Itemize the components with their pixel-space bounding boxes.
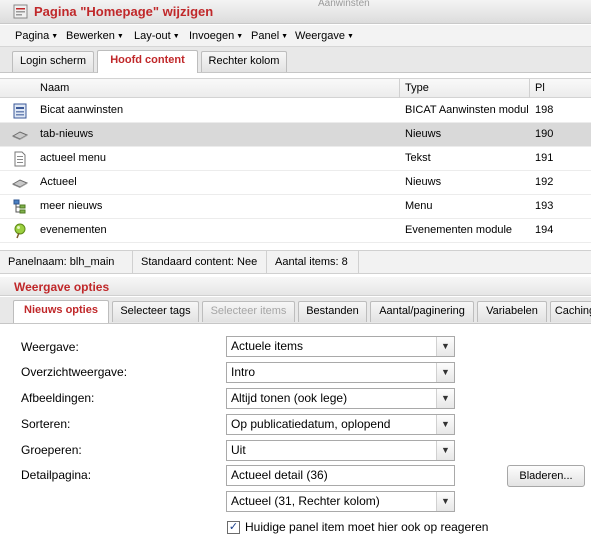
detail-panel-select[interactable]: Actueel (31, Rechter kolom) ▼ [226, 491, 455, 512]
detailpagina-field[interactable]: Actueel detail (36) [226, 465, 455, 486]
menu-tree-icon [13, 199, 26, 214]
tab-caching[interactable]: Caching [550, 301, 591, 322]
weergave-opties-header: Weergave opties [0, 277, 591, 296]
status-panelnaam: Panelnaam: blh_main [0, 251, 133, 273]
menu-panel[interactable]: Panel ▼ [251, 30, 288, 42]
window-titlebar: Pagina "Homepage" wijzigen Aanwinsten [0, 0, 591, 24]
row-pl: 193 [535, 200, 554, 212]
chevron-down-icon[interactable]: ▼ [436, 389, 454, 408]
groeperen-label: Groeperen: [21, 443, 82, 457]
reageren-checkbox-label: Huidige panel item moet hier ook op reag… [245, 520, 489, 534]
chevron-down-icon[interactable]: ▼ [436, 337, 454, 356]
dropdown-arrow-icon: ▼ [281, 33, 289, 40]
row-name: Bicat aanwinsten [40, 104, 124, 116]
menu-weergave[interactable]: Weergave ▼ [295, 30, 354, 42]
background-window-text: Aanwinsten [318, 0, 370, 9]
weergave-label: Weergave: [21, 340, 79, 354]
chevron-down-icon[interactable]: ▼ [436, 415, 454, 434]
news-icon [12, 179, 28, 188]
row-name: meer nieuws [40, 200, 103, 212]
sorteren-label: Sorteren: [21, 417, 71, 431]
overzichtweergave-label: Overzichtweergave: [21, 365, 128, 379]
menu-invoegen[interactable]: Invoegen ▼ [189, 30, 243, 42]
dropdown-arrow-icon: ▼ [172, 33, 180, 40]
event-pin-icon [14, 223, 26, 239]
table-row[interactable]: actueel menu Tekst 191 [0, 147, 591, 171]
tab-login-scherm[interactable]: Login scherm [12, 51, 94, 72]
options-tabs: Nieuws opties Selecteer tags Selecteer i… [0, 297, 591, 324]
row-type: Evenementen module [405, 224, 513, 236]
chevron-down-icon[interactable]: ▼ [436, 441, 454, 460]
table-row[interactable]: tab-nieuws Nieuws 190 [0, 123, 591, 147]
tab-selecteer-items: Selecteer items [202, 301, 295, 322]
weergave-select[interactable]: Actuele items ▼ [226, 336, 455, 357]
module-icon [13, 103, 27, 119]
row-type: Nieuws [405, 176, 442, 188]
chevron-down-icon[interactable]: ▼ [436, 363, 454, 382]
panel-status-bar: Panelnaam: blh_main Standaard content: N… [0, 250, 591, 274]
status-standaard-content: Standaard content: Nee [133, 251, 267, 273]
row-pl: 198 [535, 104, 554, 116]
table-row[interactable]: evenementen Evenementen module 194 [0, 219, 591, 243]
table-row[interactable]: Bicat aanwinsten BICAT Aanwinsten module… [0, 99, 591, 123]
nieuws-opties-form: Weergave: Actuele items ▼ Overzichtweerg… [0, 325, 591, 543]
dropdown-arrow-icon: ▼ [51, 33, 59, 40]
table-row[interactable]: meer nieuws Menu 193 [0, 195, 591, 219]
row-type: BICAT Aanwinsten module [405, 104, 528, 116]
sorteren-select[interactable]: Op publicatiedatum, oplopend ▼ [226, 414, 455, 435]
tab-bestanden[interactable]: Bestanden [298, 301, 367, 322]
reageren-checkbox[interactable]: ✓ [227, 521, 240, 534]
panel-tabs: Login scherm Hoofd content Rechter kolom [0, 47, 591, 73]
dropdown-arrow-icon: ▼ [236, 33, 244, 40]
bladeren-button[interactable]: Bladeren... [507, 465, 585, 487]
afbeeldingen-label: Afbeeldingen: [21, 391, 95, 405]
row-pl: 194 [535, 224, 554, 236]
menu-bar: Pagina ▼ Bewerken ▼ Lay-out ▼ Invoegen ▼ Pan… [0, 25, 591, 47]
tab-rechter-kolom[interactable]: Rechter kolom [201, 51, 287, 72]
row-type: Nieuws [405, 128, 442, 140]
chevron-down-icon[interactable]: ▼ [436, 492, 454, 511]
row-name: Actueel [40, 176, 77, 188]
tab-hoofd-content[interactable]: Hoofd content [97, 50, 198, 73]
section-title: Weergave opties [14, 280, 110, 294]
column-header-naam[interactable]: Naam [40, 82, 69, 94]
row-pl: 190 [535, 128, 554, 140]
groeperen-select[interactable]: Uit ▼ [226, 440, 455, 461]
dropdown-arrow-icon: ▼ [116, 33, 124, 40]
overzichtweergave-select[interactable]: Intro ▼ [226, 362, 455, 383]
detailpagina-label: Detailpagina: [21, 468, 92, 482]
row-type: Tekst [405, 152, 431, 164]
tab-variabelen[interactable]: Variabelen [477, 301, 547, 322]
row-name: actueel menu [40, 152, 107, 164]
page-edit-icon [13, 4, 28, 19]
menu-pagina[interactable]: Pagina ▼ [15, 30, 58, 42]
text-document-icon [14, 151, 26, 167]
column-divider [529, 79, 530, 98]
grid-header: Naam Type Pl [0, 78, 591, 98]
tab-nieuws-opties[interactable]: Nieuws opties [13, 300, 109, 323]
column-divider [399, 79, 400, 98]
row-pl: 191 [535, 152, 554, 164]
table-row[interactable]: Actueel Nieuws 192 [0, 171, 591, 195]
row-pl: 192 [535, 176, 554, 188]
menu-bewerken[interactable]: Bewerken ▼ [66, 30, 124, 42]
column-header-pl[interactable]: Pl [535, 82, 545, 94]
column-header-type[interactable]: Type [405, 82, 429, 94]
tab-selecteer-tags[interactable]: Selecteer tags [112, 301, 199, 322]
row-name: tab-nieuws [40, 128, 94, 140]
dropdown-arrow-icon: ▼ [346, 33, 354, 40]
row-type: Menu [405, 200, 433, 212]
afbeeldingen-select[interactable]: Altijd tonen (ook lege) ▼ [226, 388, 455, 409]
status-aantal-items: Aantal items: 8 [267, 251, 359, 273]
news-icon [12, 131, 28, 140]
row-name: evenementen [40, 224, 107, 236]
panel-items-grid: Naam Type Pl Bicat aanwinsten BICAT Aanw… [0, 74, 591, 244]
tab-aantal-paginering[interactable]: Aantal/paginering [370, 301, 474, 322]
window-title: Pagina "Homepage" wijzigen [34, 4, 214, 19]
menu-layout[interactable]: Lay-out ▼ [134, 30, 180, 42]
